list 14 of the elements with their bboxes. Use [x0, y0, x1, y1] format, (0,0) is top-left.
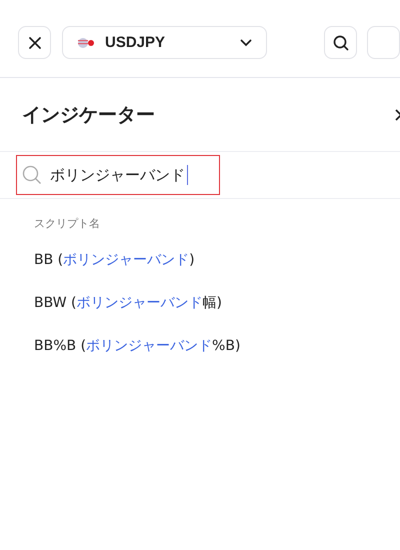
- close-button[interactable]: [18, 26, 51, 59]
- panel-title: インジケーター: [22, 102, 155, 128]
- search-button[interactable]: [324, 26, 357, 59]
- close-icon: [28, 36, 42, 50]
- search-icon: [22, 165, 42, 185]
- search-field[interactable]: ボリンジャーバンド: [16, 155, 220, 195]
- caret-icon: [240, 38, 252, 46]
- result-item[interactable]: BB (ボリンジャーバンド): [0, 238, 400, 281]
- section-label: スクリプト名: [33, 216, 101, 232]
- result-item[interactable]: BB%B (ボリンジャーバンド%B): [0, 324, 400, 367]
- search-icon: [332, 34, 348, 50]
- symbol-dropdown[interactable]: USDJPY: [62, 26, 267, 59]
- result-item[interactable]: BBW (ボリンジャーバンド幅): [0, 281, 400, 324]
- flag-icon: [77, 36, 95, 48]
